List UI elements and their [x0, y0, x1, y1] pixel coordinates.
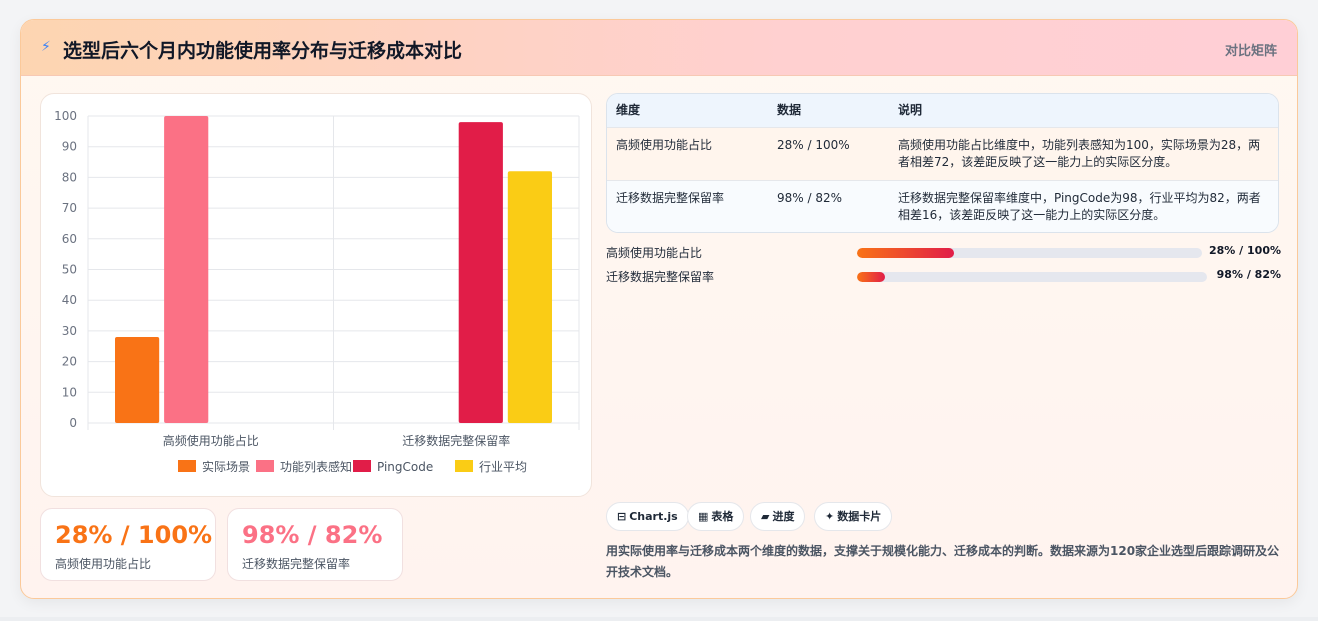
legend-label: 功能列表感知 [280, 459, 352, 474]
progress-track [857, 272, 1207, 282]
bar [507, 171, 552, 423]
progress-icon: ▰ [761, 510, 770, 523]
table-cell: 高频使用功能占比 [616, 138, 713, 152]
y-tick-label: 70 [62, 201, 77, 215]
y-tick-label: 30 [62, 324, 77, 338]
progress-value: 98% / 82% [1216, 268, 1281, 281]
progress-fill [857, 272, 885, 282]
chip-label: 进度 [772, 510, 795, 523]
chip-progress[interactable]: ▰ 进度 [750, 502, 806, 531]
progress-fill [857, 248, 954, 258]
stat-card-migration: 98% / 82% 迁移数据完整保留率 [227, 508, 403, 581]
legend-swatch [353, 460, 371, 472]
page-footer-divider [0, 617, 1318, 621]
table-header-cell: 数据 [777, 103, 802, 117]
progress-label: 迁移数据完整保留率 [606, 270, 715, 284]
chip-label: Chart.js [629, 510, 678, 523]
table-cell: 高频使用功能占比维度中，功能列表感知为100，实际场景为28，两者相差72，该差… [898, 138, 1261, 169]
table-header-cell: 维度 [616, 103, 641, 117]
table-cell: 迁移数据完整保留率 [616, 191, 725, 205]
page-title: 选型后六个月内功能使用率分布与迁移成本对比 [63, 40, 463, 62]
y-tick-label: 20 [62, 355, 77, 369]
legend-label: PingCode [377, 460, 433, 474]
chip-data-cards[interactable]: ✦ 数据卡片 [814, 502, 893, 531]
table-cell: 98% / 82% [777, 191, 843, 205]
sparkle-icon: ✦ [825, 510, 835, 523]
y-tick-label: 0 [69, 416, 77, 430]
legend-label: 行业平均 [479, 460, 527, 474]
stat-value: 28% / 100% [55, 521, 213, 549]
bar-chart: 0 10 20 30 40 50 60 70 80 90 100 高频使用功能占比 迁移数据完整保留率实… [54, 109, 580, 474]
table-row: 迁移数据完整保留率 98% / 82% 迁移数据完整保留率维度中，PingCod… [607, 180, 1278, 232]
bar-chart-panel: 0 10 20 30 40 50 60 70 80 90 100 高频使用功能占比 迁移数据完整保留率实… [40, 93, 592, 497]
table-cell: 28% / 100% [777, 138, 850, 152]
main-card: ⚡ 选型后六个月内功能使用率分布与迁移成本对比 对比矩阵 0 10 20 30 40 50… [20, 19, 1298, 599]
legend-label: 实际场景 [202, 459, 250, 474]
bar [115, 337, 160, 423]
progress-row-migration: 迁移数据完整保留率 98% / 82% [606, 268, 1281, 286]
chip-chartjs[interactable]: ⊟ Chart.js [606, 502, 689, 531]
chart-icon: ⊟ [617, 510, 627, 523]
table-header-cell: 说明 [898, 103, 923, 117]
chip-label: 数据卡片 [837, 510, 882, 523]
legend-swatch [455, 460, 473, 472]
bolt-icon: ⚡ [41, 39, 51, 55]
bar [458, 122, 503, 423]
y-tick-label: 90 [62, 140, 77, 154]
progress-value: 28% / 100% [1209, 244, 1281, 257]
legend-swatch [256, 460, 274, 472]
table-icon: ▦ [698, 510, 709, 523]
legend-swatch [178, 460, 196, 472]
stat-label: 高频使用功能占比 [55, 557, 152, 571]
stat-card-usage: 28% / 100% 高频使用功能占比 [40, 508, 216, 581]
table-row: 高频使用功能占比 28% / 100% 高频使用功能占比维度中，功能列表感知为1… [607, 127, 1278, 180]
table-cell: 迁移数据完整保留率维度中，PingCode为98，行业平均为82，两者相差16，… [898, 191, 1261, 222]
table-header-row: 维度 数据 说明 [607, 94, 1278, 127]
bar [164, 116, 209, 423]
stat-value: 98% / 82% [242, 521, 383, 549]
y-tick-label: 50 [62, 263, 77, 277]
progress-label: 高频使用功能占比 [606, 246, 703, 260]
progress-row-usage: 高频使用功能占比 28% / 100% [606, 244, 1281, 262]
comparison-table: 维度 数据 说明 高频使用功能占比 28% / 100% 高频使用功能占比维度中… [606, 93, 1279, 233]
x-tick-label: 迁移数据完整保留率 [402, 433, 510, 448]
chip-label: 表格 [711, 510, 734, 523]
y-tick-label: 60 [62, 232, 77, 246]
chip-table[interactable]: ▦ 表格 [687, 502, 745, 531]
progress-track [857, 248, 1202, 258]
y-tick-label: 100 [54, 109, 77, 123]
description-text: 用实际使用率与迁移成本两个维度的数据，支撑关于规模化能力、迁移成本的判断。数据来… [606, 544, 1280, 579]
y-tick-label: 10 [62, 385, 77, 399]
y-tick-label: 80 [62, 170, 77, 184]
header-tag[interactable]: 对比矩阵 [1225, 40, 1277, 59]
stat-label: 迁移数据完整保留率 [242, 557, 351, 571]
card-header: ⚡ 选型后六个月内功能使用率分布与迁移成本对比 对比矩阵 [21, 20, 1297, 76]
x-tick-label: 高频使用功能占比 [163, 433, 259, 448]
y-tick-label: 40 [62, 293, 77, 307]
